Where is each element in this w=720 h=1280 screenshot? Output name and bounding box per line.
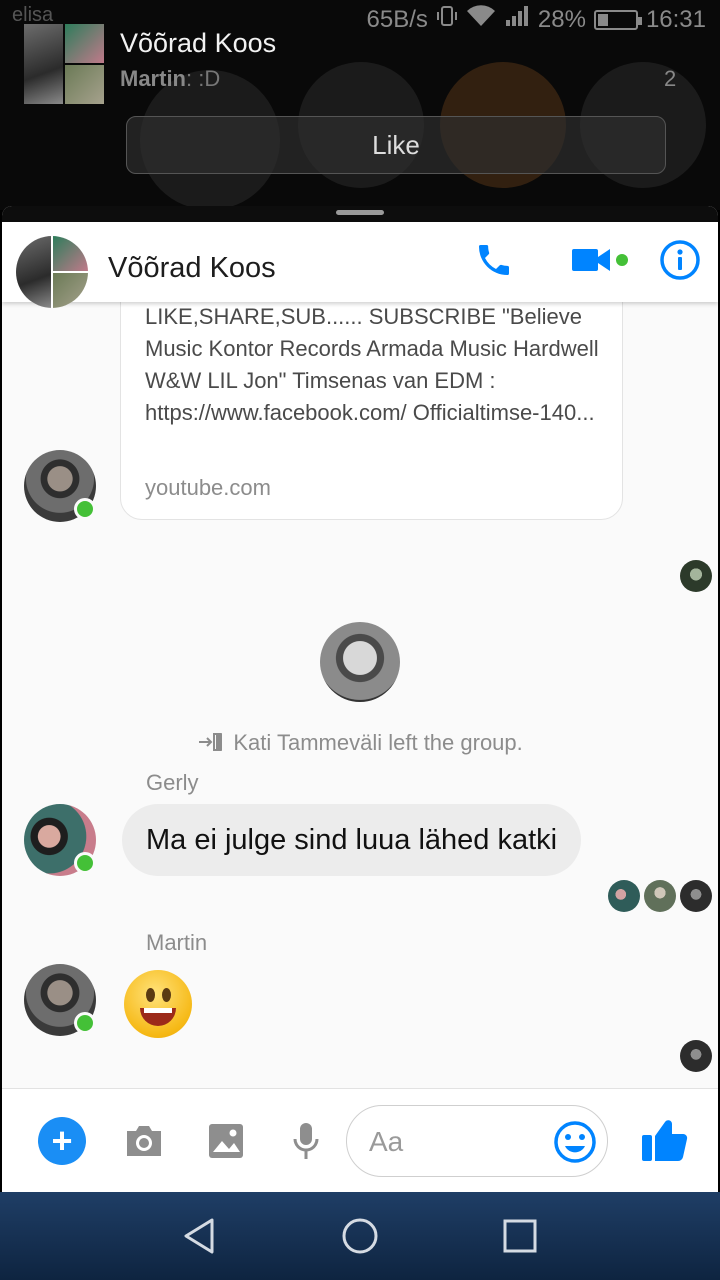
battery-percent: 28% <box>537 5 586 33</box>
seen-avatar <box>680 880 712 912</box>
vibrate-icon <box>436 4 458 35</box>
online-indicator <box>74 852 96 874</box>
system-message: Kati Tammeväli left the group. <box>2 730 718 756</box>
gallery-icon[interactable] <box>204 1119 248 1163</box>
link-domain: youtube.com <box>145 475 271 500</box>
composer-bar: + <box>2 1088 718 1192</box>
navigation-bar <box>0 1192 720 1280</box>
message-input-box[interactable] <box>346 1105 608 1177</box>
group-avatar <box>24 24 104 104</box>
link-description: LIKE,SHARE,SUB...... SUBSCRIBE "Believe … <box>145 304 599 425</box>
message-list[interactable]: LIKE,SHARE,SUB...... SUBSCRIBE "Believe … <box>2 302 718 1088</box>
signal-icon <box>504 4 530 35</box>
sender-name: Gerly <box>146 770 199 795</box>
sender-name: Martin <box>146 930 208 955</box>
chat-sheet: Võõrad Koos LIKE,SHARE,SUB...... SUBSCRI… <box>2 206 718 1192</box>
sheet-handle-bar <box>2 206 718 222</box>
video-call-icon[interactable] <box>568 236 632 284</box>
seen-avatar <box>680 1040 712 1072</box>
battery-icon <box>593 9 642 30</box>
thumbs-up-icon[interactable] <box>640 1115 688 1165</box>
conversation-header: Võõrad Koos <box>2 222 718 308</box>
phone-call-icon[interactable] <box>470 236 518 284</box>
notification-message: Martin: :D <box>120 66 220 92</box>
info-icon[interactable] <box>656 236 704 284</box>
message-input[interactable] <box>369 1120 539 1164</box>
seen-avatar <box>680 560 712 592</box>
online-indicator <box>74 498 96 520</box>
seen-avatar <box>608 880 640 912</box>
link-preview-card[interactable]: LIKE,SHARE,SUB...... SUBSCRIBE "Believe … <box>120 302 623 520</box>
seen-avatar <box>644 880 676 912</box>
system-message-text: Kati Tammeväli left the group. <box>233 730 523 755</box>
net-speed: 65B/s <box>366 5 428 33</box>
carrier-label: elisa <box>12 4 54 26</box>
home-icon[interactable] <box>338 1214 382 1258</box>
leave-group-icon <box>197 730 233 755</box>
status-bar: elisa 65B/s 28% 16:31 <box>0 0 720 36</box>
back-icon[interactable] <box>178 1214 222 1258</box>
left-member-avatar <box>320 622 400 702</box>
notification-sender: Martin <box>120 66 186 91</box>
plus-icon[interactable]: + <box>38 1117 86 1165</box>
notification-count: 2 <box>664 66 677 91</box>
drag-handle[interactable] <box>336 210 384 215</box>
grinning-emoji[interactable] <box>124 970 192 1038</box>
wifi-icon <box>466 4 496 35</box>
microphone-icon[interactable] <box>284 1119 328 1163</box>
camera-icon[interactable] <box>122 1119 166 1163</box>
clock: 16:31 <box>645 5 706 33</box>
conversation-title[interactable]: Võõrad Koos <box>108 252 276 285</box>
message-bubble[interactable]: Ma ei julge sind luua lähed katki <box>122 804 582 876</box>
group-avatar[interactable] <box>16 236 88 308</box>
status-right: 65B/s 28% 16:31 <box>367 4 706 35</box>
notification-text: : :D <box>186 66 221 91</box>
notification-like-button[interactable]: Like <box>126 116 666 174</box>
recents-icon[interactable] <box>498 1214 542 1258</box>
emoji-icon[interactable] <box>551 1118 599 1166</box>
online-indicator <box>74 1012 96 1034</box>
